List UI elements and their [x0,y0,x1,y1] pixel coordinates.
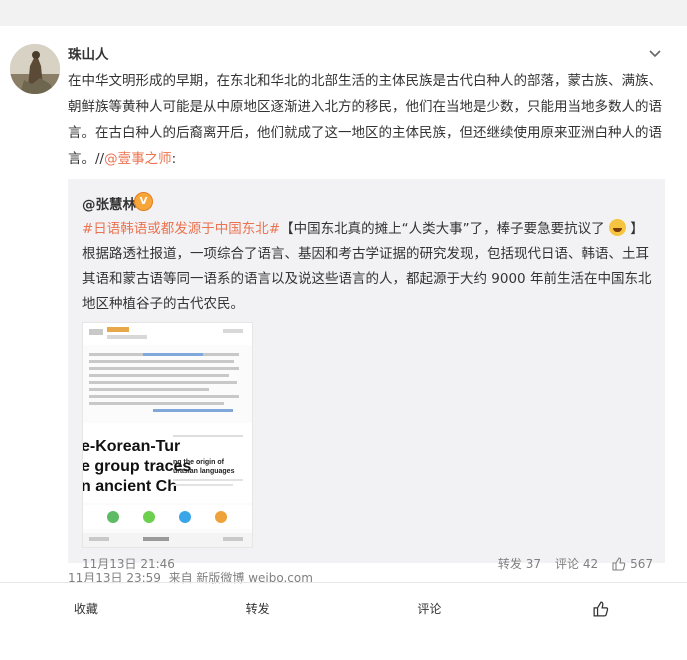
repost-text: #日语韩语或都发源于中国东北#【中国东北真的摊上“人类大事”了，棒子要急要抗议了… [82,217,654,317]
repost-repost-count[interactable]: 转发 37 [498,555,541,572]
repost-like-button[interactable]: 567 [612,557,653,571]
thumb-big-line1: e-Korean-Tur [83,438,180,455]
repost-text-part1: 【中国东北真的摊上“人类大事”了，棒子要急要抗议了 [280,221,605,237]
comment-button[interactable]: 评论 [344,583,516,634]
thumb-small-line2: urasian languages [173,468,235,475]
avatar[interactable] [10,44,60,94]
post-text: 在中华文明形成的早期，在东北和华北的北部生活的主体民族是古代白种人的部落，蒙古族… [68,68,668,172]
repost-author[interactable]: @张慧林 [82,193,136,213]
chevron-down-icon[interactable] [645,43,665,63]
hashtag-link[interactable]: #日语韩语或都发源于中国东北# [82,221,280,237]
laugh-emoji-icon [608,219,626,236]
repost-actions: 转发 37 评论 42 567 [498,555,653,572]
repost-comment-count[interactable]: 评论 42 [555,555,598,572]
mention-suffix: : [171,151,177,167]
thumbs-up-icon [593,601,609,616]
favorite-button[interactable]: 收藏 [0,583,172,634]
like-button[interactable] [515,583,687,634]
mention-link[interactable]: @壹事之师 [104,151,172,167]
weibo-card: 珠山人 在中华文明形成的早期，在东北和华北的北部生活的主体民族是古代白种人的部落… [0,26,687,660]
author-name[interactable]: 珠山人 [68,43,109,63]
bottom-action-bar: 收藏 转发 评论 [0,583,687,634]
thumb-small-line1: ng the origin of [173,459,225,466]
repost-button[interactable]: 转发 [172,583,344,634]
thumb-big-line3: n ancient Ch [83,478,177,495]
thumbs-up-icon [612,556,626,571]
image-thumbnail[interactable]: e-Korean-Tur e group traces n ancient Ch… [82,322,253,548]
verified-badge-icon: V [134,192,153,211]
repost-like-count: 567 [630,556,653,571]
repost-box: @张慧林 V #日语韩语或都发源于中国东北#【中国东北真的摊上“人类大事”了，棒… [68,179,665,571]
